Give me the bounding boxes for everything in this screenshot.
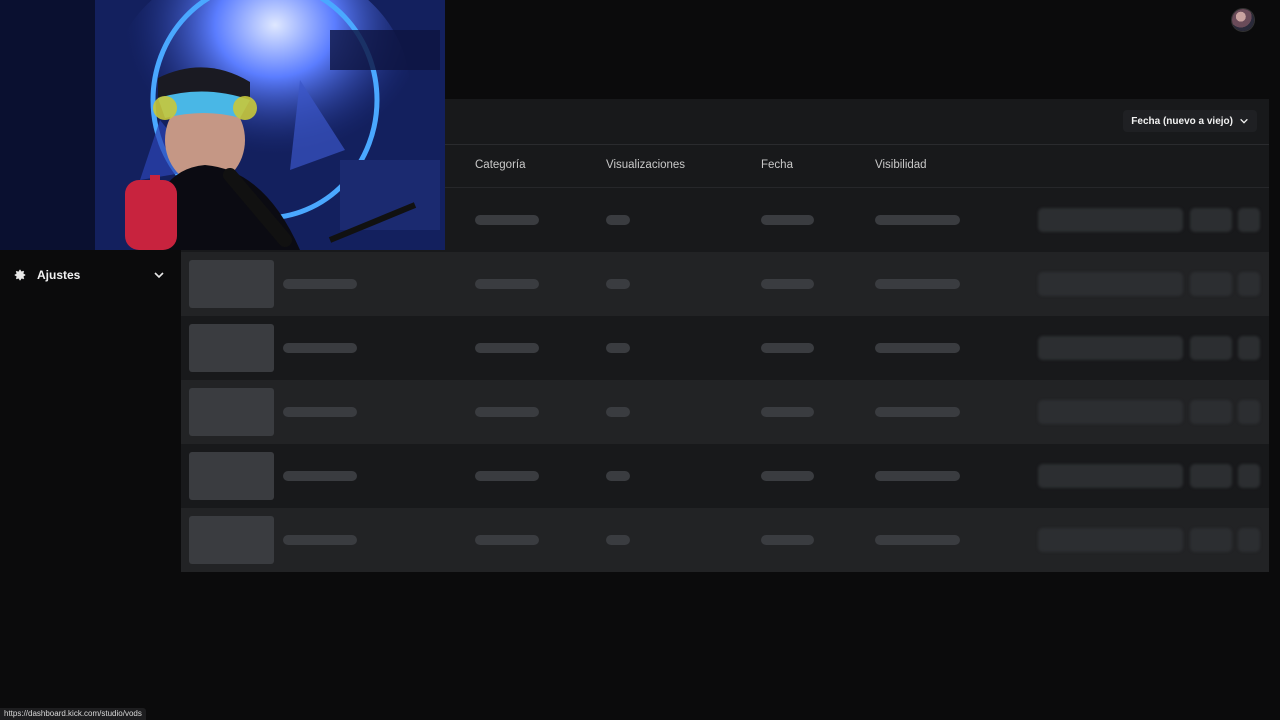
date-skeleton — [761, 535, 814, 545]
category-skeleton — [475, 343, 539, 353]
date-skeleton — [761, 343, 814, 353]
category-skeleton — [475, 535, 539, 545]
visibility-skeleton — [875, 535, 960, 545]
visibility-skeleton — [875, 471, 960, 481]
sort-dropdown[interactable]: Fecha (nuevo a viejo) — [1123, 110, 1257, 132]
views-skeleton — [606, 279, 630, 289]
title-skeleton — [283, 343, 357, 353]
category-skeleton — [475, 471, 539, 481]
action-skeleton — [1038, 336, 1183, 360]
title-skeleton — [283, 471, 357, 481]
webcam-feed-image — [0, 0, 445, 250]
date-skeleton — [761, 407, 814, 417]
sort-label: Fecha (nuevo a viejo) — [1131, 115, 1233, 127]
visibility-skeleton — [875, 279, 960, 289]
status-bar-url: https://dashboard.kick.com/studio/vods — [0, 708, 146, 720]
table-row[interactable] — [181, 508, 1269, 572]
table-row[interactable] — [181, 316, 1269, 380]
avatar[interactable] — [1232, 9, 1254, 31]
column-header-views[interactable]: Visualizaciones — [606, 159, 685, 171]
thumbnail-skeleton — [189, 388, 274, 436]
table-row[interactable] — [181, 380, 1269, 444]
title-skeleton — [283, 407, 357, 417]
thumbnail-skeleton — [189, 516, 274, 564]
views-skeleton — [606, 535, 630, 545]
gear-icon — [14, 269, 26, 281]
column-header-date[interactable]: Fecha — [761, 159, 793, 171]
action-skeleton — [1238, 464, 1260, 488]
action-skeleton — [1238, 272, 1260, 296]
table-row[interactable] — [181, 444, 1269, 508]
action-skeleton — [1190, 272, 1232, 296]
thumbnail-skeleton — [189, 260, 274, 308]
action-skeleton — [1238, 336, 1260, 360]
sidebar-item-settings[interactable]: Ajustes — [10, 264, 165, 286]
action-skeleton — [1038, 464, 1183, 488]
action-skeleton — [1238, 528, 1260, 552]
category-skeleton — [475, 279, 539, 289]
chevron-down-icon — [1240, 118, 1248, 124]
column-header-category[interactable]: Categoría — [475, 159, 526, 171]
thumbnail-skeleton — [189, 452, 274, 500]
visibility-skeleton — [875, 215, 960, 225]
title-skeleton — [283, 535, 357, 545]
thumbnail-skeleton — [189, 324, 274, 372]
visibility-skeleton — [875, 343, 960, 353]
action-skeleton — [1190, 528, 1232, 552]
action-skeleton — [1038, 528, 1183, 552]
views-skeleton — [606, 407, 630, 417]
sidebar-item-label: Ajustes — [37, 268, 81, 282]
webcam-overlay — [0, 0, 445, 250]
action-skeleton — [1238, 400, 1260, 424]
action-skeleton — [1190, 400, 1232, 424]
views-skeleton — [606, 471, 630, 481]
action-skeleton — [1190, 336, 1232, 360]
views-skeleton — [606, 343, 630, 353]
action-skeleton — [1038, 400, 1183, 424]
action-skeleton — [1190, 464, 1232, 488]
action-skeleton — [1190, 208, 1232, 232]
visibility-skeleton — [875, 407, 960, 417]
category-skeleton — [475, 215, 539, 225]
date-skeleton — [761, 471, 814, 481]
views-skeleton — [606, 215, 630, 225]
action-skeleton — [1038, 208, 1183, 232]
action-skeleton — [1238, 208, 1260, 232]
date-skeleton — [761, 279, 814, 289]
action-skeleton — [1038, 272, 1183, 296]
table-row[interactable] — [181, 252, 1269, 316]
chevron-down-icon — [154, 272, 164, 279]
column-header-visibility[interactable]: Visibilidad — [875, 159, 927, 171]
date-skeleton — [761, 215, 814, 225]
category-skeleton — [475, 407, 539, 417]
title-skeleton — [283, 279, 357, 289]
